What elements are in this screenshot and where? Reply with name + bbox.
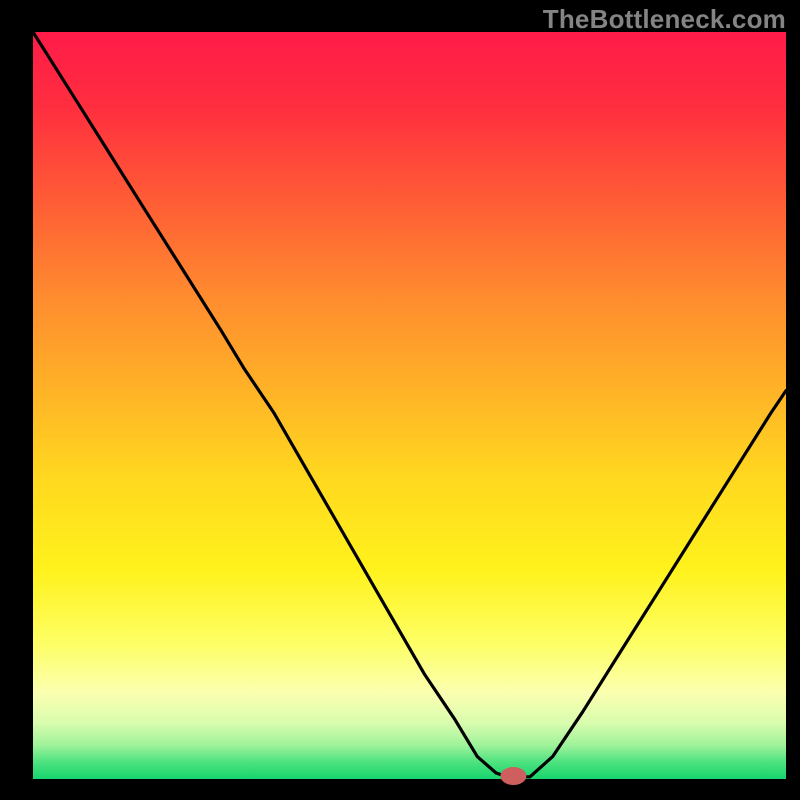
- optimal-point-marker: [500, 767, 526, 785]
- chart-frame: TheBottleneck.com: [0, 0, 800, 800]
- gradient-background: [33, 32, 786, 779]
- bottleneck-chart: [0, 0, 800, 800]
- watermark-text: TheBottleneck.com: [543, 4, 786, 35]
